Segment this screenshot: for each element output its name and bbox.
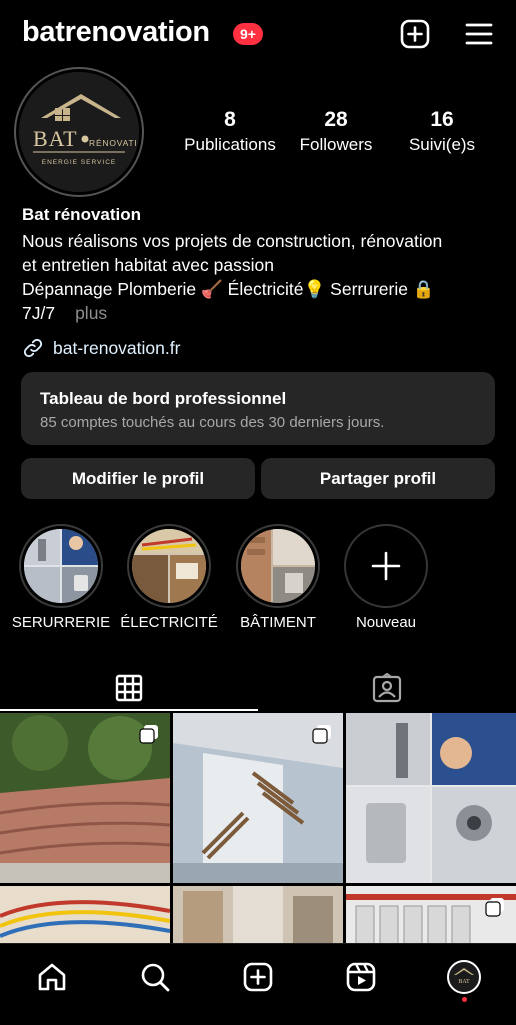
highlight-label: BÂTIMENT (240, 614, 316, 631)
post-thumbnail[interactable] (173, 713, 343, 883)
svg-text:BAT: BAT (33, 126, 78, 151)
company-logo: BAT RÉNOVATION ENERGIE SERVICE (19, 72, 139, 192)
highlight-cover-image (132, 529, 206, 603)
highlight-cover-image (24, 529, 98, 603)
edit-profile-button[interactable]: Modifier le profil (21, 458, 255, 499)
carousel-icon (485, 898, 504, 917)
highlight-label: SERURRERIE (11, 614, 111, 631)
post-thumbnail[interactable] (346, 886, 516, 944)
stat-followers[interactable]: 28 Followers (290, 108, 382, 156)
create-post-icon[interactable] (240, 959, 276, 995)
profile-tab-avatar[interactable]: BAT (446, 959, 482, 995)
notification-badge[interactable]: 9+ (233, 23, 263, 45)
tagged-user-icon (372, 673, 402, 703)
dashboard-subtitle: 85 comptes touchés au cours des 30 derni… (40, 414, 385, 431)
post-thumbnail[interactable] (346, 713, 516, 883)
tab-tagged[interactable] (258, 665, 516, 711)
create-icon[interactable] (399, 18, 431, 50)
highlight-label: Nouveau (355, 614, 417, 631)
profile-website[interactable]: bat-renovation.fr (22, 337, 180, 359)
dashboard-title: Tableau de bord professionnel (40, 389, 287, 408)
share-profile-button[interactable]: Partager profil (261, 458, 495, 499)
search-icon[interactable] (137, 959, 173, 995)
home-icon[interactable] (34, 959, 70, 995)
carousel-icon (139, 725, 158, 744)
post-thumbnail[interactable] (0, 886, 170, 944)
stat-publications[interactable]: 8 Publications (180, 108, 280, 156)
link-icon (22, 337, 44, 359)
professional-dashboard[interactable]: Tableau de bord professionnel 85 comptes… (21, 372, 495, 445)
carousel-icon (312, 725, 331, 744)
highlight-batiment[interactable]: BÂTIMENT (235, 524, 321, 631)
active-tab-indicator (0, 709, 258, 711)
reels-icon[interactable] (343, 959, 379, 995)
plus-icon (371, 551, 401, 581)
grid-icon (115, 674, 143, 702)
profile-activity-dot (462, 997, 467, 1002)
tab-grid[interactable] (0, 665, 258, 711)
highlight-label: ÉLECTRICITÉ (120, 614, 218, 631)
bio-line: Nous réalisons vos projets de constructi… (22, 231, 443, 251)
bottom-navigation: BAT (0, 943, 516, 1025)
svg-text:BAT: BAT (458, 979, 470, 985)
bio-line: Dépannage Plomberie 🪠 Électricité💡 Serru… (22, 279, 435, 299)
post-thumbnail[interactable] (173, 886, 343, 944)
profile-username[interactable]: batrenovation (22, 16, 210, 49)
website-url[interactable]: bat-renovation.fr (53, 338, 180, 359)
highlight-serrurerie[interactable]: SERURRERIE (12, 524, 110, 631)
stat-following[interactable]: 16 Suivi(e)s (396, 108, 488, 156)
bio-more-link[interactable]: plus (75, 303, 107, 323)
bio-line: 7J/7 (22, 303, 56, 323)
bio-line: et entretien habitat avec passion (22, 255, 274, 275)
highlight-cover-image (241, 529, 315, 603)
menu-icon[interactable] (463, 18, 495, 50)
highlight-new-button[interactable]: Nouveau (343, 524, 429, 631)
svg-text:ENERGIE SERVICE: ENERGIE SERVICE (42, 159, 116, 166)
bio-line-last: 7J/7 plus (22, 301, 107, 325)
svg-text:RÉNOVATION: RÉNOVATION (89, 138, 139, 148)
highlight-electricite[interactable]: ÉLECTRICITÉ (120, 524, 218, 631)
profile-display-name: Bat rénovation (22, 205, 142, 224)
profile-avatar[interactable]: BAT RÉNOVATION ENERGIE SERVICE (14, 67, 144, 197)
post-thumbnail[interactable] (0, 713, 170, 883)
